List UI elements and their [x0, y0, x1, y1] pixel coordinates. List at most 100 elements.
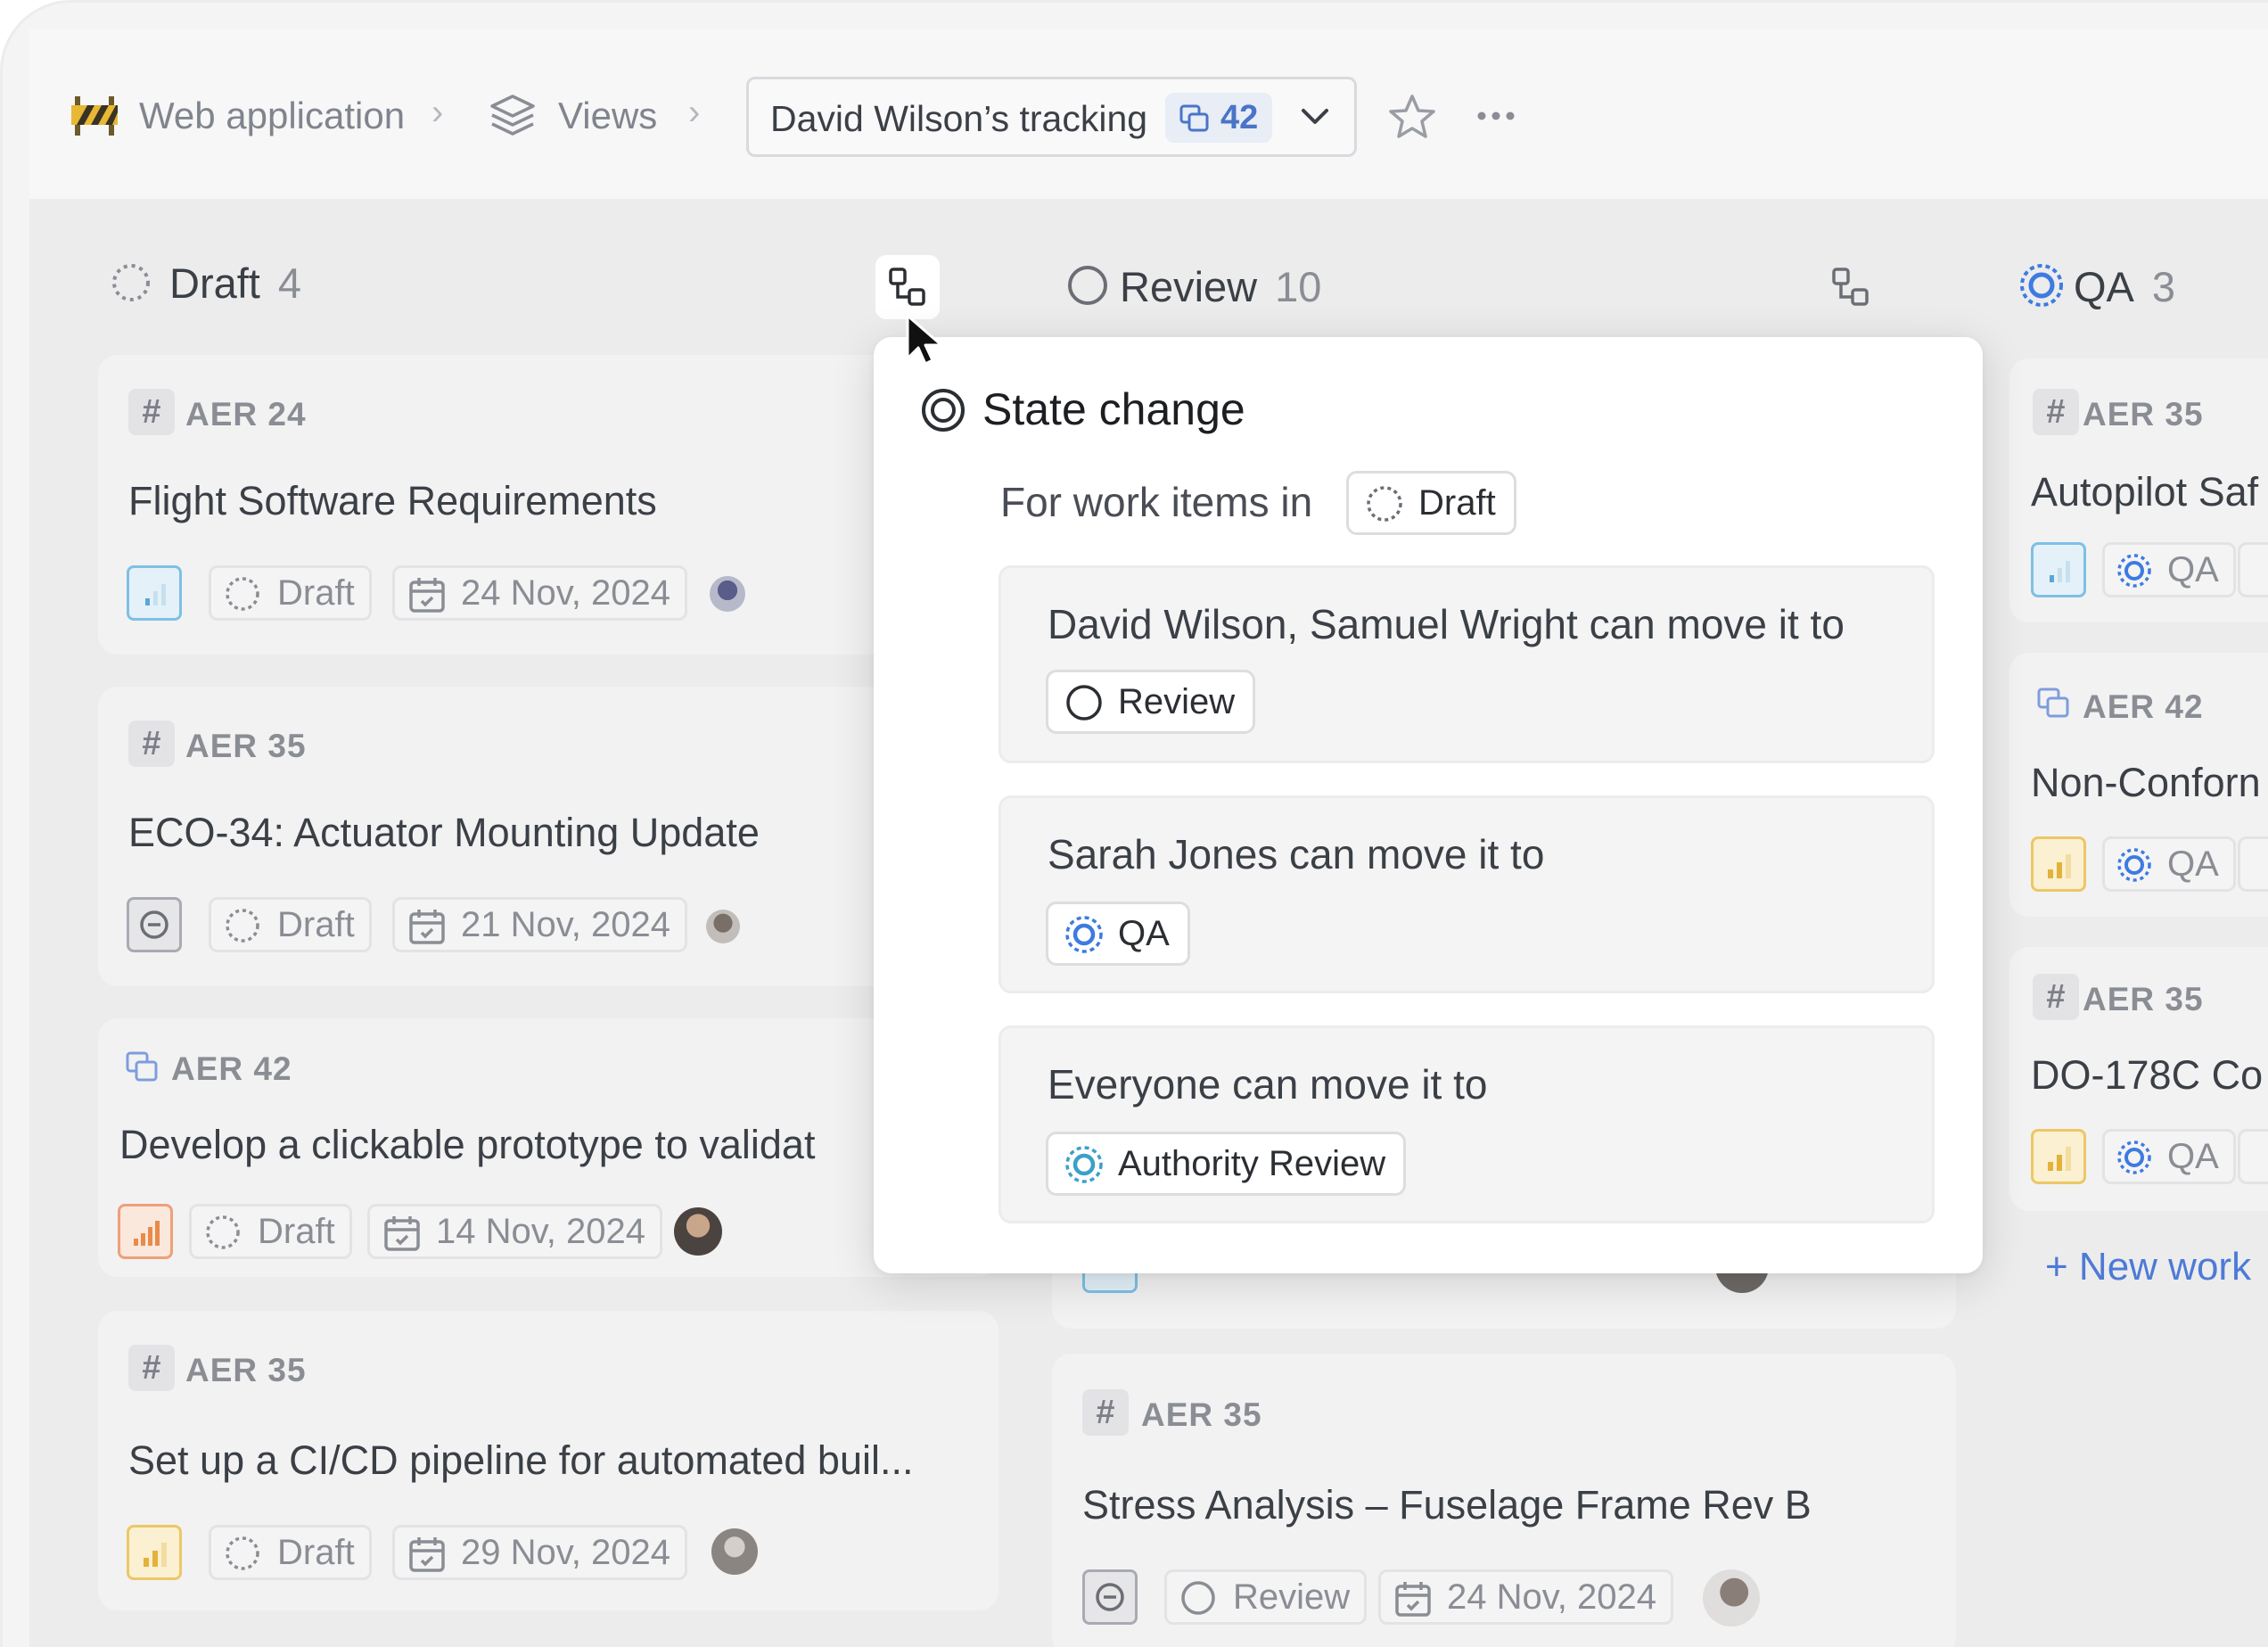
work-items-icon — [1179, 104, 1209, 132]
qa-state-icon — [2117, 1141, 2151, 1174]
target-state-pill[interactable]: QA — [1046, 902, 1190, 966]
due-date-chip[interactable] — [2238, 542, 2268, 597]
work-item-card[interactable]: # AER 35 Autopilot Saf QA — [2009, 358, 2268, 622]
due-date-chip[interactable]: 14 Nov, 2024 — [367, 1204, 662, 1259]
state-chip[interactable]: QA — [2102, 1129, 2236, 1184]
chevron-right-icon: › — [431, 93, 444, 132]
rule-text: David Wilson, Samuel Wright can move it … — [1048, 601, 1845, 647]
view-selector[interactable]: David Wilson’s tracking 42 — [746, 77, 1357, 157]
priority-none-icon[interactable] — [1082, 1569, 1138, 1625]
work-item-card[interactable]: AER 42 Develop a clickable prototype to … — [98, 1018, 998, 1277]
work-item-card[interactable]: # AER 35 Set up a CI/CD pipeline for aut… — [98, 1311, 998, 1610]
work-item-card[interactable]: AER 42 Non-Conforn QA — [2009, 653, 2268, 917]
column-header-qa: QA 3 — [2074, 262, 2175, 311]
draft-state-icon — [112, 264, 150, 301]
hash-icon: # — [2033, 974, 2079, 1020]
work-item-card[interactable]: # AER 35 Stress Analysis – Fuselage Fram… — [1052, 1354, 1956, 1647]
state-chip[interactable]: Review — [1164, 1569, 1368, 1625]
state-label: Draft — [258, 1212, 335, 1251]
popover-subtitle: For work items in — [1000, 479, 1313, 525]
bars-icon — [2048, 1147, 2071, 1171]
breadcrumb-views[interactable]: Views — [558, 95, 657, 137]
priority-low-icon[interactable] — [127, 565, 182, 621]
view-count: 42 — [1220, 99, 1259, 136]
avatar[interactable] — [706, 910, 740, 943]
hash-icon: # — [128, 1345, 175, 1391]
state-change-button[interactable] — [875, 255, 940, 319]
workflow-icon[interactable] — [1829, 266, 1872, 309]
work-items-icon — [2037, 688, 2069, 718]
workflow-icon — [889, 268, 925, 306]
draft-state-icon — [226, 577, 259, 611]
qa-state-icon — [1065, 916, 1103, 953]
priority-none-icon[interactable] — [127, 897, 182, 952]
target-state-pill[interactable]: Authority Review — [1046, 1132, 1407, 1196]
work-item-card[interactable]: # AER 24 Flight Software Requirements Dr… — [98, 355, 998, 655]
due-date-chip[interactable]: 24 Nov, 2024 — [1378, 1569, 1673, 1625]
draft-state-icon — [226, 909, 259, 943]
star-icon[interactable] — [1387, 93, 1437, 141]
column-count: 4 — [277, 259, 301, 307]
column-header-review: Review 10 — [1120, 262, 1321, 311]
target-state-label: Review — [1118, 682, 1236, 721]
due-date-chip[interactable]: 21 Nov, 2024 — [392, 897, 687, 952]
layers-icon — [490, 95, 535, 136]
review-state-icon — [1181, 1581, 1215, 1615]
avatar[interactable] — [711, 1528, 758, 1575]
state-label: QA — [2167, 550, 2219, 589]
state-change-popover: State change For work items in Draft Dav… — [874, 337, 1983, 1273]
avatar[interactable] — [710, 576, 745, 612]
transition-rule: Sarah Jones can move it to QA — [998, 795, 1935, 993]
review-state-icon — [1066, 685, 1102, 721]
priority-medium-icon[interactable] — [127, 1525, 182, 1580]
due-date: 21 Nov, 2024 — [461, 905, 670, 944]
calendar-icon — [409, 578, 445, 613]
state-chip[interactable]: Draft — [189, 1204, 352, 1259]
due-date: 14 Nov, 2024 — [436, 1212, 645, 1251]
column-title: Review — [1120, 263, 1258, 310]
calendar-icon — [384, 1216, 420, 1251]
card-id: AER 24 — [185, 396, 307, 432]
state-chip[interactable]: Draft — [209, 897, 372, 952]
column-title: QA — [2074, 263, 2134, 310]
state-chip[interactable]: Draft — [209, 1525, 372, 1580]
work-item-card[interactable]: # AER 35 DO-178C Co QA — [2009, 947, 2268, 1211]
from-state-pill: Draft — [1346, 471, 1516, 535]
column-header-draft: Draft 4 — [169, 259, 301, 308]
new-work-button[interactable]: + New work — [2045, 1245, 2251, 1289]
state-label: Review — [1233, 1577, 1351, 1617]
avatar[interactable] — [674, 1207, 722, 1256]
more-options-icon[interactable] — [1476, 111, 1516, 121]
card-title: Set up a CI/CD pipeline for automated bu… — [128, 1437, 914, 1483]
avatar[interactable] — [1703, 1569, 1760, 1626]
hash-icon: # — [2033, 389, 2079, 435]
due-date-chip[interactable] — [2238, 836, 2268, 892]
hash-icon: # — [1082, 1389, 1129, 1436]
priority-high-icon[interactable] — [118, 1204, 173, 1259]
card-id: AER 35 — [2083, 396, 2204, 432]
state-chip[interactable]: QA — [2102, 836, 2236, 892]
qa-state-icon — [2020, 264, 2063, 307]
due-date: 24 Nov, 2024 — [1447, 1577, 1656, 1617]
view-count-badge: 42 — [1165, 93, 1273, 143]
due-date-chip[interactable] — [2238, 1129, 2268, 1184]
qa-state-icon — [2117, 554, 2151, 588]
state-chip[interactable]: QA — [2102, 542, 2236, 597]
card-title: ECO-34: Actuator Mounting Update — [128, 810, 760, 855]
priority-medium-icon[interactable] — [2031, 836, 2086, 892]
breadcrumb-project[interactable]: Web application — [139, 95, 405, 137]
transition-rule: Everyone can move it to Authority Review — [998, 1025, 1935, 1223]
priority-low-icon[interactable] — [2031, 542, 2086, 597]
bars-icon — [2048, 854, 2071, 878]
target-state-pill[interactable]: Review — [1046, 670, 1256, 734]
state-label: QA — [2167, 1137, 2219, 1176]
due-date-chip[interactable]: 24 Nov, 2024 — [392, 565, 687, 621]
chevron-right-icon: › — [688, 93, 701, 132]
priority-medium-icon[interactable] — [2031, 1129, 2086, 1184]
state-label: QA — [2167, 844, 2219, 884]
due-date-chip[interactable]: 29 Nov, 2024 — [392, 1525, 687, 1580]
state-chip[interactable]: Draft — [209, 565, 372, 621]
calendar-icon — [409, 910, 445, 944]
rule-text: Everyone can move it to — [1048, 1061, 1488, 1108]
work-item-card[interactable]: # AER 35 ECO-34: Actuator Mounting Updat… — [98, 687, 998, 986]
